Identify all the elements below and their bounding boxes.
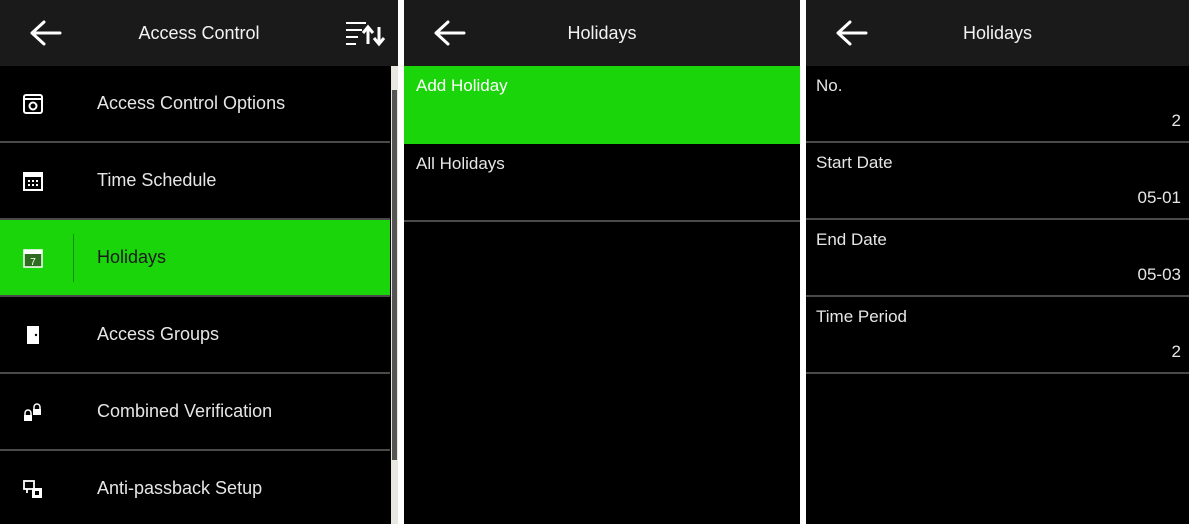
menu-item-label: Time Schedule	[97, 170, 217, 190]
holiday-fields: No. 2 Start Date 05-01 End Date 05-03 Ti…	[806, 66, 1189, 374]
menu-item-label: Holidays	[97, 247, 167, 267]
menu-item-access-groups[interactable]: Access Groups	[0, 297, 390, 374]
field-label: Time Period	[816, 307, 908, 326]
menu-item-combined-verification[interactable]: Combined Verification	[0, 374, 390, 451]
menu-item-label: Access Control Options	[97, 93, 286, 113]
menu-item-holidays[interactable]: 7 Holidays	[0, 220, 390, 297]
menu-item-access-control-options[interactable]: Access Control Options	[0, 66, 390, 143]
field-number[interactable]: No. 2	[806, 66, 1189, 143]
menu-item-time-schedule[interactable]: Time Schedule	[0, 143, 390, 220]
menu-item-label: Access Groups	[97, 324, 220, 344]
access-control-menu: Access Control Options Time Schedule 7 H…	[0, 66, 390, 524]
svg-text:7: 7	[30, 257, 36, 268]
door-lock-options-icon	[23, 94, 43, 114]
header-bar: Holidays	[806, 0, 1189, 66]
header-bar: Access Control	[0, 0, 398, 66]
field-end-date[interactable]: End Date 05-03	[806, 220, 1189, 297]
double-lock-icon	[24, 403, 41, 421]
field-label: No.	[816, 76, 843, 95]
field-label: End Date	[816, 230, 887, 249]
menu-item-label: Combined Verification	[97, 401, 273, 421]
field-time-period[interactable]: Time Period 2	[806, 297, 1189, 374]
holiday-detail-screen: Holidays No. 2 Start Date 05-01 End Date…	[806, 0, 1189, 524]
menu-item-label: Anti-passback Setup	[97, 478, 263, 498]
field-label: Start Date	[816, 153, 893, 172]
page-title: Holidays	[962, 23, 1033, 43]
holidays-menu-screen: Holidays Add Holiday All Holidays	[404, 0, 800, 524]
list-item-label: All Holidays	[416, 154, 505, 173]
scrollbar-thumb[interactable]	[392, 90, 397, 460]
holidays-options-list: Add Holiday All Holidays	[404, 66, 800, 222]
menu-item-anti-passback-setup[interactable]: Anti-passback Setup	[0, 451, 390, 524]
field-start-date[interactable]: Start Date 05-01	[806, 143, 1189, 220]
header-bar: Holidays	[404, 0, 800, 66]
sort-list-icon[interactable]	[344, 18, 388, 48]
all-holidays-item[interactable]: All Holidays	[404, 144, 800, 222]
divider	[73, 234, 74, 282]
field-value: 2	[1171, 111, 1181, 130]
anti-passback-icon	[23, 480, 42, 498]
access-control-screen: Access Control Access Control Options Ti…	[0, 0, 398, 524]
calendar-icon	[23, 172, 43, 191]
calendar-date-icon: 7	[23, 249, 43, 268]
door-icon	[27, 326, 39, 344]
field-value: 05-03	[1137, 265, 1181, 284]
page-title: Access Control	[138, 23, 260, 43]
add-holiday-item[interactable]: Add Holiday	[404, 66, 800, 144]
field-value: 2	[1171, 342, 1181, 361]
field-value: 05-01	[1137, 188, 1181, 207]
list-item-label: Add Holiday	[416, 76, 508, 95]
page-title: Holidays	[567, 23, 637, 43]
